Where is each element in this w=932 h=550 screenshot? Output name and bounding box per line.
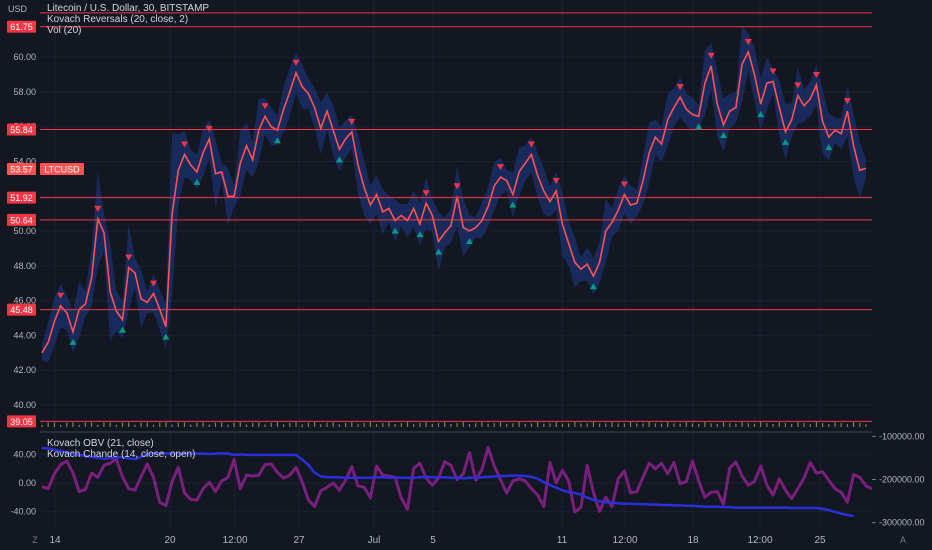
- y-tick-label: 60.00: [13, 52, 36, 62]
- main-legend: Litecoin / U.S. Dollar, 30, BITSTAMP Kov…: [47, 3, 209, 36]
- x-tick-label: 18: [687, 535, 699, 546]
- x-tick-label: 14: [49, 535, 61, 546]
- obv-tick-label: -200000.00: [879, 475, 925, 485]
- y-tick-label: 48.00: [13, 261, 36, 271]
- chande-indicator-label[interactable]: Kovach Chande (14, close, open): [47, 449, 195, 460]
- reversals-indicator-label[interactable]: Kovach Reversals (20, close, 2): [47, 14, 209, 25]
- x-tick-label: 20: [164, 535, 176, 546]
- currency-label: USD: [8, 4, 28, 14]
- x-tick-label: 5: [430, 535, 436, 546]
- y-tick-label: 42.00: [13, 365, 36, 375]
- obv-tick-label: -300000.00: [879, 518, 925, 528]
- y-tick-label: 44.00: [13, 330, 36, 340]
- x-tick-label: 12:00: [747, 535, 772, 546]
- z-label: Z: [32, 535, 38, 545]
- symbol-text: LTCUSD: [44, 164, 80, 174]
- x-tick-label: 12:00: [612, 535, 637, 546]
- band-area: [42, 26, 866, 363]
- x-tick-label: 12:00: [222, 535, 247, 546]
- current-price-text: 53.57: [10, 164, 33, 174]
- level-price-text: 39.05: [10, 417, 33, 427]
- price-chart: 40.0042.0044.0046.0048.0050.0052.0054.00…: [0, 0, 932, 546]
- a-label: A: [900, 535, 906, 545]
- y-tick-label: 50.00: [13, 226, 36, 236]
- volume-series: [41, 422, 867, 427]
- band-area: [42, 26, 866, 363]
- time-axis[interactable]: 14 20 12:00 27 Jul 5 11 12:00 18 12:00 25 Z A: [32, 535, 906, 546]
- x-tick-label: 27: [293, 535, 305, 546]
- chande-tick-label: -40.00: [10, 506, 36, 516]
- y-tick-label: 40.00: [13, 400, 36, 410]
- x-tick-label: 25: [814, 535, 826, 546]
- obv-tick-label: -100000.00: [879, 431, 925, 441]
- level-price-text: 51.92: [10, 193, 33, 203]
- chande-tick-label: 40.00: [13, 450, 36, 460]
- obv-indicator-label[interactable]: Kovach OBV (21, close): [47, 438, 195, 449]
- level-price-text: 45.48: [10, 305, 33, 315]
- sub-legend: Kovach OBV (21, close) Kovach Chande (14…: [47, 438, 195, 460]
- x-tick-label: 11: [557, 535, 568, 546]
- x-tick-label: Jul: [368, 535, 381, 546]
- symbol-title[interactable]: Litecoin / U.S. Dollar, 30, BITSTAMP: [47, 3, 209, 14]
- level-price-text: 55.84: [10, 125, 33, 135]
- level-price-text: 61.75: [10, 22, 33, 32]
- level-price-text: 50.64: [10, 215, 33, 225]
- y-tick-label: 58.00: [13, 87, 36, 97]
- volume-indicator-label[interactable]: Vol (20): [47, 25, 209, 36]
- chande-tick-label: 0.00: [18, 478, 36, 488]
